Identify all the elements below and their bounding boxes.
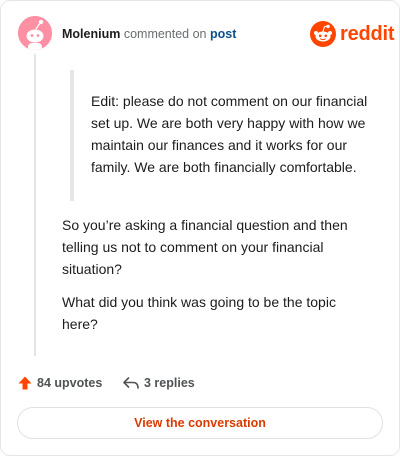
reddit-logo-icon	[310, 21, 336, 47]
upvote-label: 84 upvotes	[37, 376, 103, 390]
thread-line	[34, 54, 36, 356]
view-conversation-button[interactable]: View the conversation	[17, 407, 383, 439]
reply-count[interactable]: 3 replies	[122, 373, 195, 393]
upvote-arrow-icon	[18, 376, 32, 390]
quote-text: Edit: please do not comment on our finan…	[91, 93, 368, 175]
comment-header: Molenium commented on post	[62, 26, 236, 42]
post-link[interactable]: post	[210, 27, 236, 41]
reddit-logo[interactable]: reddit	[310, 21, 395, 47]
comment-paragraph-2: What did you think was going to be the t…	[62, 294, 336, 332]
comment-card: Molenium commented on post reddit Edit: …	[0, 0, 400, 456]
reddit-wordmark: reddit	[340, 22, 395, 45]
reply-label: 3 replies	[144, 376, 195, 390]
snoo-avatar-icon	[18, 16, 52, 50]
upvote-count[interactable]: 84 upvotes	[17, 373, 102, 393]
avatar[interactable]	[18, 16, 52, 50]
username[interactable]: Molenium	[62, 27, 120, 41]
reply-arrow-icon	[123, 377, 139, 389]
action-text: commented on	[123, 27, 207, 41]
quote-bar	[70, 70, 74, 201]
comment-paragraph-1: So you’re asking a financial question an…	[62, 217, 348, 277]
